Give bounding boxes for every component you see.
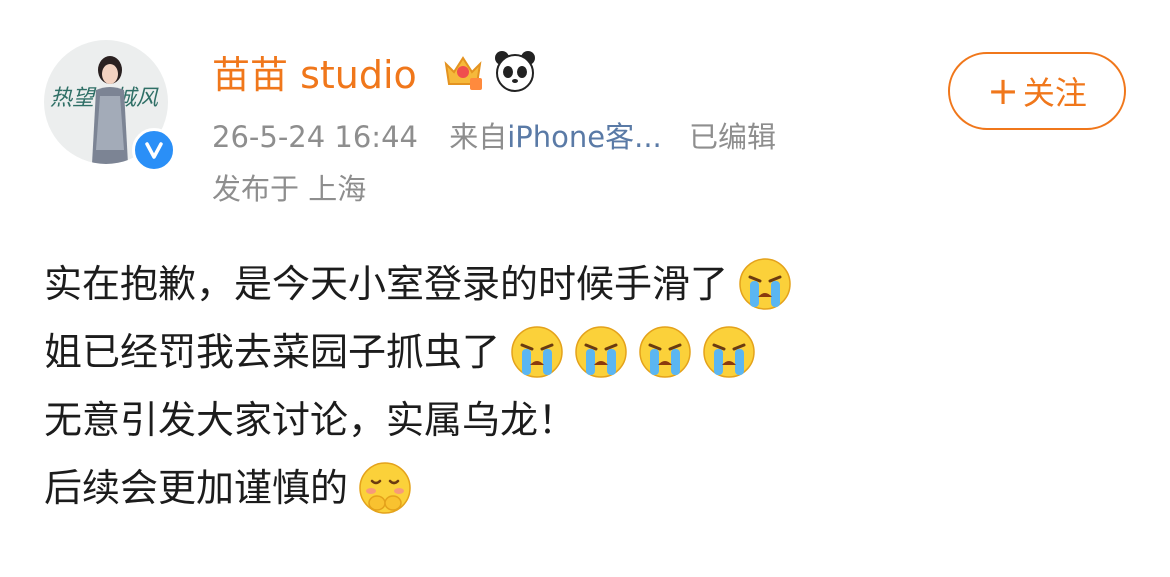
crying-face-emoji (511, 326, 563, 378)
crying-face-emoji (639, 326, 691, 378)
crying-face-emoji (575, 326, 627, 378)
crying-face-emoji (739, 258, 791, 310)
post-location: 发布于 上海 (212, 172, 367, 206)
post-content: 实在抱歉，是今天小室登录的时候手滑了 姐已经罚我去菜园子抓虫了 无意引发大家讨论… (44, 250, 1144, 522)
post-line: 实在抱歉，是今天小室登录的时候手滑了 (44, 250, 1144, 318)
verified-badge-icon (132, 128, 176, 172)
plus-icon: + (987, 69, 1019, 113)
edited-label[interactable]: 已编辑 (689, 120, 776, 154)
username[interactable]: 苗苗 studio (212, 50, 417, 100)
post-text: 无意引发大家讨论，实属乌龙！ (44, 398, 577, 442)
follow-label: 关注 (1022, 74, 1087, 112)
post-text: 后续会更加谨慎的 (44, 466, 349, 510)
post-line: 姐已经罚我去菜园子抓虫了 (44, 318, 1144, 386)
post-line: 无意引发大家讨论，实属乌龙！ (44, 386, 1144, 454)
crying-face-emoji (703, 326, 755, 378)
post-line: 后续会更加谨慎的 (44, 454, 1144, 522)
post-meta: 26-5-24 16:44 来自iPhone客... 已编辑 (212, 114, 776, 160)
post-time: 26-5-24 16:44 (212, 120, 418, 154)
source-prefix: 来自 (449, 120, 508, 154)
shy-face-emoji (359, 462, 411, 514)
vip-crown-icon (444, 56, 482, 90)
post-text: 实在抱歉，是今天小室登录的时候手滑了 (44, 262, 729, 306)
follow-button[interactable]: + 关注 (948, 52, 1126, 130)
post-text: 姐已经罚我去菜园子抓虫了 (44, 330, 501, 374)
post-source[interactable]: iPhone客... (507, 120, 662, 154)
panda-icon (495, 51, 535, 92)
